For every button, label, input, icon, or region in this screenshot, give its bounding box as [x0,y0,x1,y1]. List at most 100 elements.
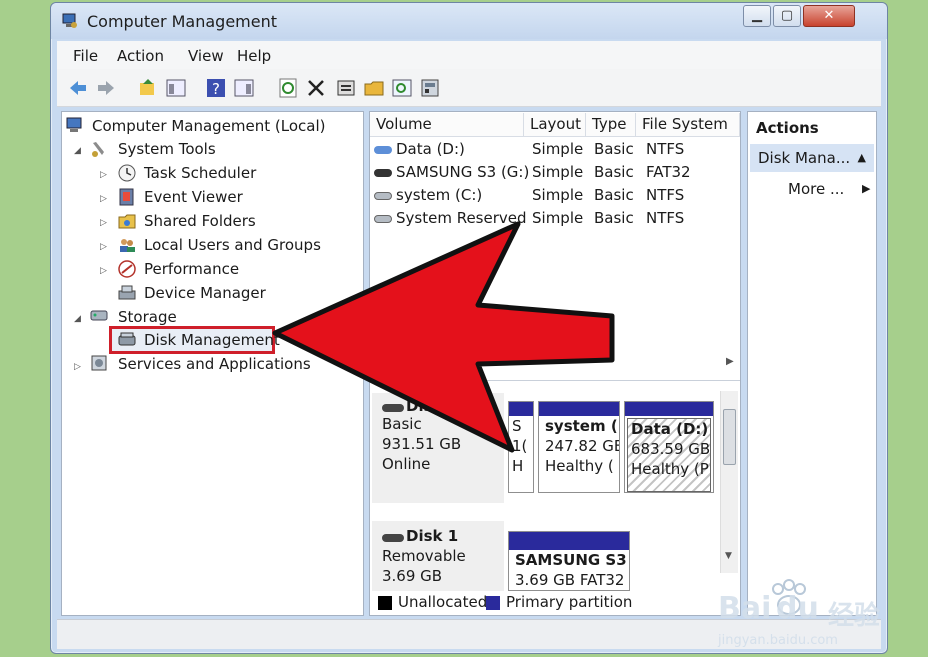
menu-file[interactable]: File [73,47,98,65]
disk-0-size: 931.51 GB [382,435,462,453]
close-button[interactable]: ✕ [803,5,855,27]
export-icon[interactable] [419,77,441,99]
partition-header [509,402,533,416]
vertical-scrollbar[interactable]: ▼ [720,391,738,573]
partition-system-reserved[interactable]: S 1( H [508,401,534,493]
partition-label: SAMSUNG S3 [515,551,627,569]
partition-status: H [512,457,524,475]
expand-arrow-icon[interactable]: ▷ [100,194,107,204]
disk-0-status: Online [382,455,431,473]
volume-list-pane: Volume Layout Type File System Data (D:)… [369,111,741,616]
actions-more[interactable]: More ... ▶ [788,180,870,198]
tools-icon [92,142,104,157]
column-header-file-system[interactable]: File System [636,113,740,137]
cell-file-system: NTFS [646,140,685,158]
maximize-button[interactable]: ▢ [773,5,801,27]
cell-file-system: NTFS [646,209,685,227]
storage-icon [90,310,108,321]
watermark-brand: Bai [718,591,772,626]
cell-type: Basic [594,163,634,181]
search-icon[interactable] [391,77,413,99]
expand-arrow-icon[interactable]: ▷ [74,362,81,372]
partition-size: 247.82 GE [545,437,620,455]
expand-arrow-icon[interactable]: ▷ [100,242,107,252]
actions-disk-management[interactable]: Disk Mana... ▲ [750,144,874,172]
volume-icon [374,169,392,177]
column-header-volume[interactable]: Volume [370,113,524,137]
collapse-arrow-icon[interactable]: ◢ [74,146,81,156]
back-icon[interactable] [67,77,89,99]
scroll-down-icon[interactable]: ▼ [725,551,732,561]
legend-swatch-unallocated [378,596,392,610]
menu-help[interactable]: Help [237,47,271,65]
cell-type: Basic [594,209,634,227]
expand-arrow-icon[interactable]: ▷ [100,170,107,180]
disk-1-label[interactable]: Disk 1 Removable 3.69 GB [372,521,504,591]
scrollbar-thumb[interactable] [723,409,736,465]
tree-item-task-scheduler[interactable]: Task Scheduler [144,164,256,182]
forward-icon[interactable] [95,77,117,99]
disk-0-label[interactable]: Disk Basic 931.51 GB Online [372,393,504,503]
partition-header [509,532,629,550]
properties-icon[interactable] [335,77,357,99]
partition-header [625,402,713,416]
minimize-button[interactable]: ▁ [743,5,771,27]
tree-item-local-users-and-groups[interactable]: Local Users and Groups [144,236,321,254]
cell-layout: Simple [532,186,584,204]
disk-1-name: Disk 1 [406,527,459,545]
refresh-icon[interactable] [277,77,299,99]
users-icon [120,239,135,252]
expand-arrow-icon[interactable]: ▷ [100,218,107,228]
partition-status: Healthy ( [545,457,614,475]
disk-management-icon [118,332,136,346]
graphical-disk-view: Disk Basic 931.51 GB Online S 1( H syste… [370,380,740,591]
partition-label: S [512,417,522,435]
title-bar[interactable]: Computer Management ▁ ▢ ✕ [51,3,887,39]
open-icon[interactable] [363,77,385,99]
disk-1-size: 3.69 GB [382,567,443,585]
actions-selected-label: Disk Mana... [758,149,851,167]
tree-item-system-tools[interactable]: System Tools [118,140,216,158]
tree-item-performance[interactable]: Performance [144,260,239,278]
cell-volume: System Reserved [396,209,527,227]
cell-file-system: FAT32 [646,163,691,181]
disk-1-type: Removable [382,547,466,565]
tree-item-event-viewer[interactable]: Event Viewer [144,188,243,206]
partition-label: system ( [545,417,618,435]
volume-icon [374,192,392,200]
partition-size: 683.59 GB [631,440,711,458]
collapse-up-icon[interactable]: ▲ [858,144,866,172]
tree-item-disk-management[interactable]: Disk Management [144,331,280,349]
tree-item-shared-folders[interactable]: Shared Folders [144,212,256,230]
computer-management-window: Computer Management ▁ ▢ ✕ File Action Vi… [50,2,888,654]
actions-pane: Actions Disk Mana... ▲ More ... ▶ [747,111,877,616]
delete-icon[interactable] [305,77,327,99]
scroll-right-icon[interactable]: ▶ [726,356,734,367]
up-icon[interactable] [137,77,159,99]
cell-volume: Data (D:) [396,140,465,158]
disk-icon [382,534,404,542]
tree-item-services-and-applications[interactable]: Services and Applications [118,355,311,373]
show-hide-action-icon[interactable] [233,77,255,99]
expand-arrow-icon[interactable]: ▷ [100,266,107,276]
performance-icon [118,260,136,278]
tree-item-computer-management[interactable]: Computer Management (Local) [92,117,326,135]
cell-layout: Simple [532,163,584,181]
menu-view[interactable]: View [188,47,224,65]
submenu-arrow-icon: ▶ [862,182,871,195]
cell-type: Basic [594,186,634,204]
partition-status: Healthy (P [631,460,709,478]
legend-unallocated: Unallocated [398,593,488,611]
show-hide-tree-icon[interactable] [165,77,187,99]
partition-data[interactable]: Data (D:) 683.59 GB Healthy (P [624,401,714,493]
menu-action[interactable]: Action [117,47,164,65]
watermark-cn: 经验 [828,601,881,631]
collapse-arrow-icon[interactable]: ◢ [74,314,81,324]
tree-item-storage[interactable]: Storage [118,308,177,326]
tree-item-device-manager[interactable]: Device Manager [144,284,266,302]
column-header-layout[interactable]: Layout [524,113,586,137]
partition-samsung-s3[interactable]: SAMSUNG S3 3.69 GB FAT32 [508,531,630,591]
help-icon[interactable]: ? [205,77,227,99]
column-header-type[interactable]: Type [586,113,636,137]
partition-system[interactable]: system ( 247.82 GE Healthy ( [538,401,620,493]
